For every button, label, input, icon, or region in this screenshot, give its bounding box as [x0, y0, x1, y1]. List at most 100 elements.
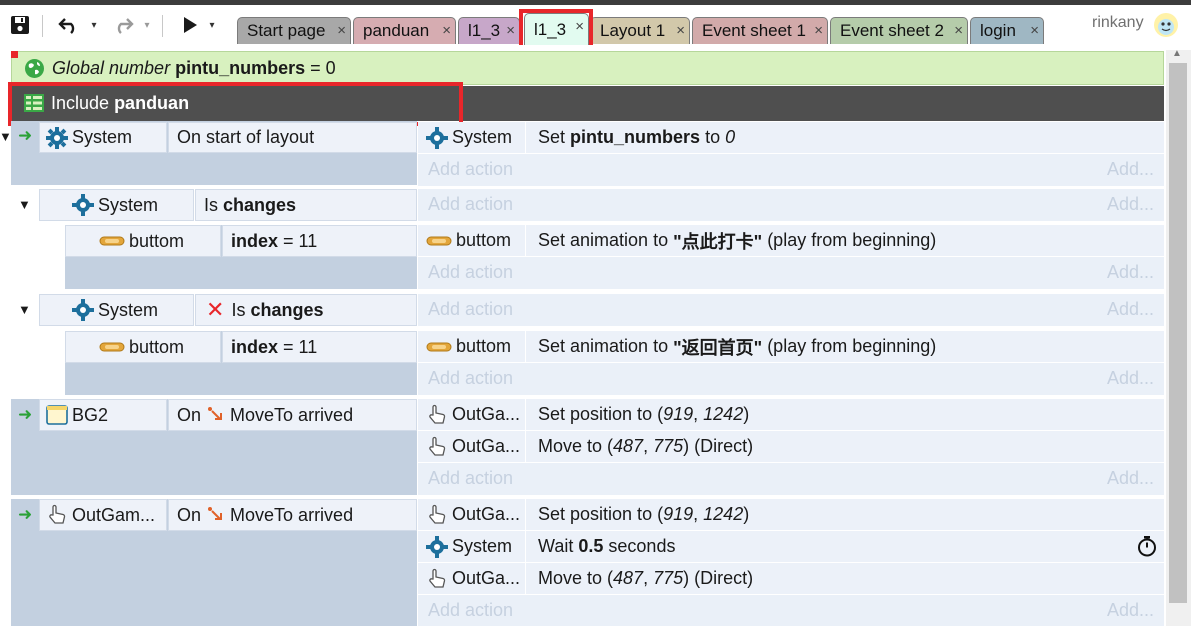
- scroll-up-arrow[interactable]: ▲: [1172, 48, 1182, 59]
- play-icon[interactable]: [178, 11, 202, 39]
- action-text[interactable]: Set pintu_numbers to 0: [538, 122, 735, 153]
- undo-icon[interactable]: [56, 11, 82, 39]
- condition-text[interactable]: ✕ Is changes: [195, 294, 417, 326]
- sub-condition-variable: index: [231, 230, 279, 251]
- add-action-row[interactable]: Add action Add...: [418, 257, 1164, 289]
- condition-text[interactable]: On start of layout: [168, 122, 417, 153]
- tab-event-sheet-2[interactable]: Event sheet 2 ×: [830, 17, 968, 44]
- gear-icon: [426, 126, 448, 149]
- add-link[interactable]: Add...: [1107, 262, 1154, 283]
- add-action-link[interactable]: Add action: [428, 368, 513, 389]
- condition-object[interactable]: System: [39, 189, 194, 221]
- add-action-row[interactable]: Add action Add...: [418, 463, 1164, 495]
- collapse-triangle-icon[interactable]: ▼: [18, 197, 31, 212]
- add-action-link[interactable]: Add action: [428, 159, 513, 180]
- action-text[interactable]: Set animation to "点此打卡" (play from begin…: [538, 225, 936, 256]
- add-link[interactable]: Add...: [1107, 468, 1154, 489]
- tab-panduan[interactable]: panduan ×: [353, 17, 456, 44]
- action-row[interactable]: OutGa... Move to (487, 775) (Direct): [418, 563, 1164, 595]
- add-action-link[interactable]: Add action: [428, 468, 513, 489]
- add-action-link[interactable]: Add action: [428, 299, 513, 320]
- add-action-link[interactable]: Add action: [428, 262, 513, 283]
- close-icon[interactable]: ×: [337, 22, 346, 39]
- add-action-link[interactable]: Add action: [428, 194, 513, 215]
- action-suffix: ): [743, 404, 750, 424]
- undo-dropdown[interactable]: ▾: [88, 11, 100, 39]
- add-action-row[interactable]: Add action Add...: [418, 294, 1164, 326]
- action-text[interactable]: Set position to (919, 1242): [538, 499, 749, 530]
- action-text[interactable]: Set animation to "返回首页" (play from begin…: [538, 331, 936, 362]
- tab-event-sheet-1[interactable]: Event sheet 1 ×: [692, 17, 828, 44]
- action-row[interactable]: System Wait 0.5 seconds: [418, 531, 1164, 563]
- close-icon[interactable]: ×: [676, 22, 685, 39]
- condition-text[interactable]: Is changes: [195, 189, 417, 221]
- condition-text[interactable]: On MoveTo arrived: [168, 499, 417, 531]
- tab-layout-1[interactable]: Layout 1 ×: [590, 17, 690, 44]
- add-action-row[interactable]: Add action Add...: [418, 189, 1164, 221]
- event-sheet[interactable]: ▲ Global number pintu_numbers = 0 Includ…: [0, 45, 1191, 626]
- sub-condition-object[interactable]: buttom: [65, 225, 221, 257]
- action-object[interactable]: OutGa...: [418, 399, 526, 430]
- tab-label: Event sheet 2: [840, 21, 944, 40]
- redo-icon[interactable]: [110, 11, 136, 39]
- add-action-row[interactable]: Add action Add...: [418, 595, 1164, 626]
- add-link[interactable]: Add...: [1107, 159, 1154, 180]
- action-row[interactable]: buttom Set animation to "返回首页" (play fro…: [418, 331, 1164, 363]
- action-object[interactable]: System: [418, 122, 526, 153]
- condition-object[interactable]: System: [39, 122, 167, 153]
- condition-text[interactable]: On MoveTo arrived: [168, 399, 417, 431]
- tab-l1-3[interactable]: l1_3 ×: [458, 17, 520, 44]
- sub-condition-text[interactable]: index = 11: [222, 225, 417, 257]
- action-row[interactable]: buttom Set animation to "点此打卡" (play fro…: [418, 225, 1164, 257]
- save-icon[interactable]: [8, 11, 32, 39]
- add-action-row[interactable]: Add action Add...: [418, 154, 1164, 186]
- close-icon[interactable]: ×: [1030, 22, 1039, 39]
- redo-dropdown[interactable]: ▾: [141, 11, 153, 39]
- add-link[interactable]: Add...: [1107, 299, 1154, 320]
- condition-object[interactable]: System: [39, 294, 194, 326]
- user-name[interactable]: rinkany: [1092, 14, 1144, 32]
- tab-start-page[interactable]: Start page ×: [237, 17, 351, 44]
- add-link[interactable]: Add...: [1107, 600, 1154, 621]
- sub-condition-text[interactable]: index = 11: [222, 331, 417, 363]
- tab-label: Layout 1: [600, 21, 666, 40]
- tab-login[interactable]: login ×: [970, 17, 1044, 44]
- condition-label: On: [177, 504, 202, 525]
- action-object[interactable]: buttom: [418, 331, 526, 362]
- action-variable: pintu_numbers: [570, 127, 701, 147]
- add-link[interactable]: Add...: [1107, 194, 1154, 215]
- action-value: "返回首页": [673, 337, 763, 358]
- action-value: "点此打卡": [673, 231, 763, 252]
- close-icon[interactable]: ×: [506, 22, 515, 39]
- add-link[interactable]: Add...: [1107, 368, 1154, 389]
- action-text[interactable]: Move to (487, 775) (Direct): [538, 563, 753, 594]
- action-row[interactable]: OutGa... Set position to (919, 1242): [418, 399, 1164, 431]
- sub-condition-object[interactable]: buttom: [65, 331, 221, 363]
- action-row[interactable]: OutGa... Set position to (919, 1242): [418, 499, 1164, 531]
- scrollbar-thumb[interactable]: [1169, 63, 1187, 603]
- action-object[interactable]: OutGa...: [418, 499, 526, 530]
- close-icon[interactable]: ×: [954, 22, 963, 39]
- avatar-icon[interactable]: [1153, 12, 1179, 38]
- action-object[interactable]: OutGa...: [418, 563, 526, 594]
- event-arrow-icon: ➜: [18, 405, 33, 424]
- add-action-link[interactable]: Add action: [428, 600, 513, 621]
- tab-label: Event sheet 1: [702, 21, 806, 40]
- close-icon[interactable]: ×: [442, 22, 451, 39]
- run-dropdown[interactable]: ▾: [206, 11, 218, 39]
- action-text[interactable]: Wait 0.5 seconds: [538, 531, 675, 562]
- collapse-triangle-icon[interactable]: ▼: [18, 302, 31, 317]
- global-variable-row[interactable]: Global number pintu_numbers = 0: [11, 51, 1164, 85]
- action-text[interactable]: Move to (487, 775) (Direct): [538, 431, 753, 462]
- close-icon[interactable]: ×: [814, 22, 823, 39]
- action-object[interactable]: buttom: [418, 225, 526, 256]
- add-action-row[interactable]: Add action Add...: [418, 363, 1164, 395]
- action-object[interactable]: System: [418, 531, 526, 562]
- action-row[interactable]: OutGa... Move to (487, 775) (Direct): [418, 431, 1164, 463]
- action-object[interactable]: OutGa...: [418, 431, 526, 462]
- action-text[interactable]: Set position to (919, 1242): [538, 399, 749, 430]
- tiled-background-icon: [46, 404, 68, 426]
- action-row[interactable]: System Set pintu_numbers to 0: [418, 122, 1164, 154]
- condition-object[interactable]: OutGam...: [39, 499, 167, 531]
- condition-object[interactable]: BG2: [39, 399, 167, 431]
